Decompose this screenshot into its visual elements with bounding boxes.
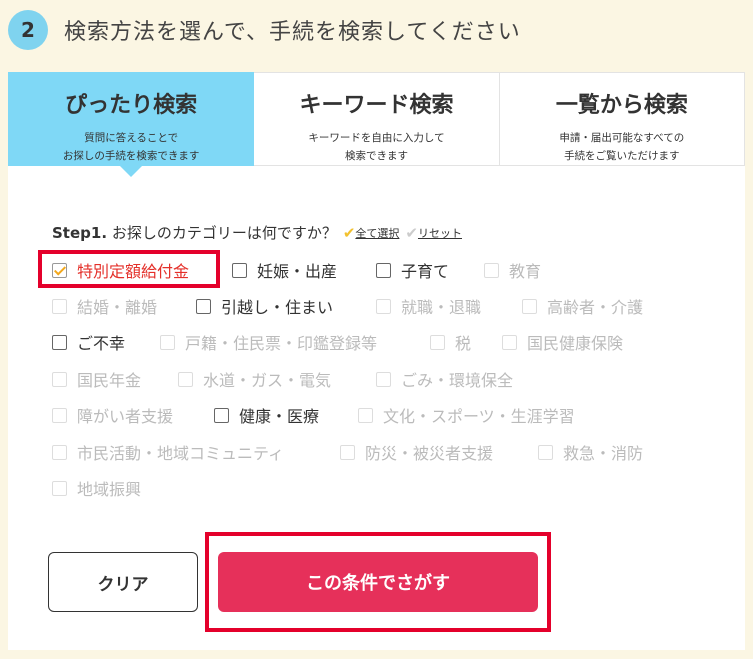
- category-label: 防災・被災者支援: [365, 444, 494, 463]
- category-checkbox: 水道・ガス・電気: [178, 367, 331, 391]
- category-label: 結婚・離婚: [77, 298, 158, 317]
- step-title: 検索方法を選んで、手続を検索してください: [64, 20, 521, 45]
- category-checkbox[interactable]: ご不幸: [52, 330, 125, 354]
- category-checkbox[interactable]: 引越し・住まい: [196, 294, 333, 318]
- tab-perfect-search[interactable]: ぴったり検索 質問に答えることで お探しの手続を検索できます: [8, 72, 255, 177]
- select-all-link[interactable]: 全て選択: [355, 225, 399, 241]
- category-checkbox: 防災・被災者支援: [340, 440, 493, 464]
- category-label: 戸籍・住民票・印鑑登録等: [185, 334, 378, 353]
- clear-button[interactable]: クリア: [48, 552, 198, 612]
- category-label: 障がい者支援: [77, 407, 174, 426]
- checkbox-icon: [340, 444, 355, 460]
- category-label: 高齢者・介護: [547, 298, 644, 317]
- check-icon: ✔: [342, 223, 356, 242]
- step1-question: Step1. お探しのカテゴリーは何ですか？ ✔ 全て選択 ✔ リセット: [52, 222, 462, 243]
- tab-description: 申請・届出可能なすべての 手続をご覧いただけます: [559, 132, 685, 162]
- category-checkbox: 市民活動・地域コミュニティ: [52, 440, 284, 464]
- tab-description: 質問に答えることで お探しの手続を検索できます: [62, 132, 200, 162]
- checkbox-icon[interactable]: [196, 298, 211, 314]
- category-checkbox: 戸籍・住民票・印鑑登録等: [160, 330, 377, 354]
- checkbox-icon: [538, 444, 553, 460]
- checkbox-icon[interactable]: [376, 262, 391, 278]
- category-checkbox[interactable]: 子育て: [376, 258, 449, 282]
- category-label: 教育: [509, 262, 542, 281]
- checkbox-icon[interactable]: [52, 262, 67, 278]
- tab-keyword-search[interactable]: キーワード検索 キーワードを自由に入力して 検索できます: [254, 72, 500, 166]
- tab-title: キーワード検索: [299, 93, 454, 118]
- checkbox-icon: [178, 371, 193, 387]
- category-checkbox: 結婚・離婚: [52, 294, 157, 318]
- tab-description: キーワードを自由に入力して 検索できます: [308, 132, 445, 162]
- search-method-tabs: ぴったり検索 質問に答えることで お探しの手続を検索できます キーワード検索 キ…: [8, 72, 745, 177]
- category-label: 地域振興: [77, 480, 142, 499]
- category-label: 国民健康保険: [527, 334, 624, 353]
- tab-title: 一覧から検索: [555, 93, 688, 118]
- category-checkbox[interactable]: 妊娠・出産: [232, 258, 337, 282]
- checkbox-icon: [502, 334, 517, 350]
- category-checkbox: 国民健康保険: [502, 330, 623, 354]
- category-label: 子育て: [401, 262, 450, 281]
- checkbox-icon: [52, 371, 67, 387]
- checkbox-icon: [160, 334, 175, 350]
- category-label: 市民活動・地域コミュニティ: [77, 444, 285, 463]
- checkbox-icon: [358, 407, 373, 423]
- checkbox-icon: [376, 298, 391, 314]
- category-checkbox: 救急・消防: [538, 440, 643, 464]
- checkbox-icon: [52, 480, 67, 496]
- category-label: 水道・ガス・電気: [203, 371, 332, 390]
- category-label: 税: [455, 334, 472, 353]
- check-icon: ✔: [405, 223, 418, 242]
- checkbox-icon: [52, 444, 67, 460]
- category-label: 特別定額給付金: [77, 262, 190, 281]
- category-label: 引越し・住まい: [221, 298, 334, 317]
- category-label: 妊娠・出産: [257, 262, 338, 281]
- category-checkbox: ごみ・環境保全: [376, 367, 513, 391]
- category-checkbox: 教育: [484, 258, 541, 282]
- tab-list-search[interactable]: 一覧から検索 申請・届出可能なすべての 手続をご覧いただけます: [499, 72, 745, 166]
- step1-prefix: Step1.: [52, 223, 108, 242]
- category-label: 文化・スポーツ・生涯学習: [383, 407, 575, 426]
- category-label: 健康・医療: [239, 407, 320, 426]
- step-number-badge: 2: [8, 10, 48, 50]
- category-label: 救急・消防: [563, 444, 644, 463]
- checkbox-icon: [522, 298, 537, 314]
- checkbox-icon: [52, 298, 67, 314]
- search-button[interactable]: この条件でさがす: [218, 552, 538, 612]
- category-checkbox: 文化・スポーツ・生涯学習: [358, 403, 575, 427]
- step1-question-text: お探しのカテゴリーは何ですか？: [111, 224, 337, 242]
- category-checkbox: 税: [430, 330, 471, 354]
- checkbox-icon: [430, 334, 445, 350]
- step-header: 2 検索方法を選んで、手続を検索してください: [8, 8, 521, 52]
- checkbox-icon[interactable]: [232, 262, 247, 278]
- category-label: 国民年金: [77, 371, 142, 390]
- checkbox-icon[interactable]: [214, 407, 229, 423]
- category-label: ごみ・環境保全: [401, 371, 514, 390]
- category-checkbox: 高齢者・介護: [522, 294, 643, 318]
- tab-title: ぴったり検索: [65, 93, 198, 118]
- reset-link[interactable]: リセット: [418, 225, 462, 241]
- active-tab-pointer: [119, 165, 144, 177]
- category-label: 就職・退職: [401, 298, 482, 317]
- category-checkbox[interactable]: 健康・医療: [214, 403, 319, 427]
- category-checkbox: 障がい者支援: [52, 403, 173, 427]
- category-checkbox: 就職・退職: [376, 294, 481, 318]
- search-panel: ぴったり検索 質問に答えることで お探しの手続を検索できます キーワード検索 キ…: [8, 72, 745, 650]
- checkbox-icon: [376, 371, 391, 387]
- checkbox-icon[interactable]: [52, 334, 67, 350]
- checkbox-icon: [52, 407, 67, 423]
- category-checkbox: 国民年金: [52, 367, 141, 391]
- category-checkbox: 地域振興: [52, 476, 141, 500]
- category-checkbox[interactable]: 特別定額給付金: [52, 258, 189, 282]
- category-label: ご不幸: [77, 334, 126, 353]
- checkbox-icon: [484, 262, 499, 278]
